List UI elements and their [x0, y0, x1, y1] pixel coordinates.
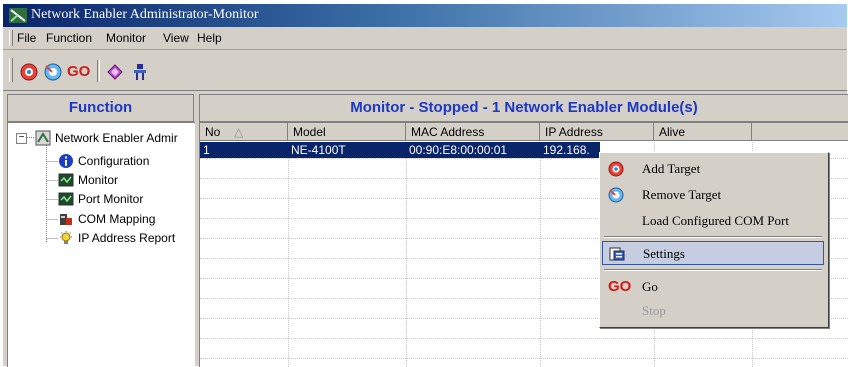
function-panel-header: Function — [7, 94, 194, 122]
context-item-label: Go — [642, 279, 658, 294]
tree-item-label: COM Mapping — [78, 212, 156, 226]
title-bar[interactable]: Network Enabler Administrator-Monitor — [3, 4, 847, 27]
monitor-icon — [58, 192, 74, 206]
menu-grip[interactable] — [9, 30, 13, 46]
settings-icon — [609, 247, 625, 261]
add-target-icon — [608, 161, 624, 177]
add-target-icon[interactable] — [19, 62, 39, 82]
com-mapping-icon — [60, 214, 72, 225]
grid-line — [200, 358, 848, 359]
menu-function[interactable]: Function — [46, 31, 92, 45]
tree-item-label: Monitor — [78, 173, 119, 187]
column-header-alive[interactable]: Alive — [654, 123, 752, 141]
context-item-remove-target[interactable]: Remove Target — [602, 183, 824, 207]
remove-target-icon[interactable] — [43, 62, 63, 82]
column-header-mac-address[interactable]: MAC Address — [406, 123, 540, 141]
cell-mac-address: 00:90:E8:00:00:01 — [406, 142, 540, 158]
tree-item-label: IP Address Report — [78, 231, 176, 245]
column-label: No — [205, 125, 221, 139]
toolbar-separator — [97, 60, 100, 82]
network-enabler-icon — [35, 130, 51, 146]
menu-help[interactable]: Help — [197, 31, 222, 45]
collapse-toggle[interactable]: − — [16, 133, 27, 144]
column-header-empty — [752, 123, 848, 141]
monitor-panel-header: Monitor - Stopped - 1 Network Enabler Mo… — [199, 94, 848, 122]
menu-separator — [604, 269, 822, 271]
toolbar: GO — [3, 50, 847, 91]
toolbar-grip[interactable] — [9, 58, 13, 82]
context-item-go[interactable]: GO Go — [602, 275, 824, 299]
settings-icon[interactable] — [105, 62, 125, 82]
go-icon: GO — [608, 278, 632, 295]
app-icon — [9, 8, 27, 23]
context-item-label: Stop — [642, 303, 666, 318]
sort-indicator-icon: △ — [234, 125, 244, 139]
column-header-ip-address[interactable]: IP Address — [540, 123, 654, 141]
tree-item-label: Port Monitor — [78, 192, 144, 206]
grid-line — [200, 338, 848, 339]
context-item-label: Load Configured COM Port — [642, 213, 789, 228]
app-window: Network Enabler Administrator-Monitor Fi… — [3, 4, 848, 367]
tree-root-label: Network Enabler Admir — [55, 131, 178, 145]
cell-ip-address: 192.168. — [540, 142, 600, 158]
tree-item-label: Configuration — [78, 154, 150, 168]
context-menu: Add Target Remove Target Load Configured… — [599, 152, 829, 328]
cell-no: 1 — [200, 142, 288, 158]
go-button[interactable]: GO — [67, 63, 91, 83]
grid-line — [406, 142, 407, 367]
window-title: Network Enabler Administrator-Monitor — [31, 7, 259, 22]
context-item-label: Add Target — [642, 161, 701, 176]
bulb-icon — [60, 231, 72, 244]
function-tree[interactable]: − Network Enabler Admir Configuration Mo… — [7, 122, 195, 367]
menu-file[interactable]: File — [17, 31, 36, 45]
context-item-settings[interactable]: Settings — [602, 241, 824, 265]
monitor-icon — [58, 173, 74, 187]
menu-monitor[interactable]: Monitor — [106, 31, 146, 45]
context-item-label: Settings — [643, 246, 685, 261]
menu-bar: File Function Monitor View Help — [3, 27, 847, 50]
grid-line — [540, 142, 541, 367]
context-item-stop[interactable]: Stop — [602, 299, 824, 323]
cell-model: NE-4100T — [288, 142, 406, 158]
column-header-no[interactable]: No △ — [200, 123, 288, 141]
properties-icon[interactable] — [130, 62, 150, 82]
context-item-label: Remove Target — [642, 187, 722, 202]
context-item-add-target[interactable]: Add Target — [602, 157, 824, 181]
remove-target-icon — [608, 187, 624, 203]
panel-splitter[interactable] — [195, 94, 198, 366]
context-item-load-configured-com-port[interactable]: Load Configured COM Port — [602, 209, 824, 233]
column-header-model[interactable]: Model — [288, 123, 406, 141]
grid-line — [288, 142, 289, 367]
info-icon — [59, 154, 73, 168]
menu-separator — [604, 236, 822, 238]
menu-view[interactable]: View — [163, 31, 189, 45]
